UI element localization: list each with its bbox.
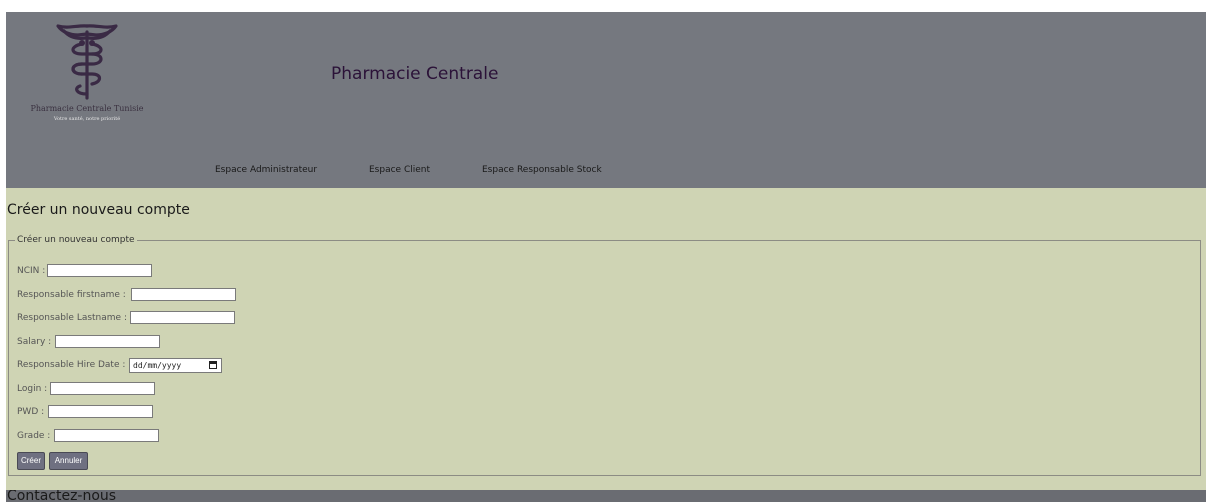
grade-label: Grade : (17, 431, 51, 441)
grade-input[interactable] (54, 429, 159, 442)
firstname-input[interactable] (131, 288, 236, 301)
calendar-icon[interactable] (209, 361, 217, 369)
site-title: Pharmacie Centrale (331, 64, 499, 84)
firstname-label: Responsable firstname : (17, 290, 126, 300)
hire-date-input[interactable]: dd/mm/yyyy (129, 358, 222, 373)
login-input[interactable] (50, 382, 155, 395)
page: Pharmacie Centrale Tunisie Votre santé, … (6, 12, 1206, 502)
nav-link-stock-manager-space[interactable]: Espace Responsable Stock (482, 165, 602, 175)
create-button[interactable]: Créer (17, 452, 45, 470)
salary-label: Salary : (17, 337, 52, 347)
cancel-button[interactable]: Annuler (49, 452, 88, 470)
fieldset-legend: Créer un nouveau compte (15, 235, 137, 246)
contact-heading: Contactez-nous (7, 490, 117, 502)
logo-tagline: Votre santé, notre priorité (53, 116, 121, 122)
pwd-label: PWD : (17, 407, 45, 417)
site-logo[interactable]: Pharmacie Centrale Tunisie Votre santé, … (22, 22, 152, 122)
ncin-label: NCIN : (17, 266, 46, 276)
login-label: Login : (17, 384, 48, 394)
contact-section: Contactez-nous (6, 490, 1206, 502)
ncin-input[interactable] (47, 264, 152, 277)
create-account-fieldset: Créer un nouveau compte NCIN : Responsab… (8, 235, 1201, 476)
hire-date-label: Responsable Hire Date : (17, 360, 126, 370)
pwd-input[interactable] (48, 405, 153, 418)
nav-link-client-space[interactable]: Espace Client (369, 165, 430, 175)
caduceus-icon (56, 24, 118, 100)
site-header: Pharmacie Centrale Tunisie Votre santé, … (6, 12, 1206, 188)
salary-input[interactable] (55, 335, 160, 348)
main-content: Créer un nouveau compte Créer un nouveau… (6, 188, 1206, 490)
logo-name: Pharmacie Centrale Tunisie (30, 104, 144, 113)
lastname-input[interactable] (130, 311, 235, 324)
nav-link-admin-space[interactable]: Espace Administrateur (215, 165, 317, 175)
hire-date-placeholder: dd/mm/yyyy (133, 361, 182, 370)
page-title: Créer un nouveau compte (7, 202, 190, 218)
lastname-label: Responsable Lastname : (17, 313, 127, 323)
